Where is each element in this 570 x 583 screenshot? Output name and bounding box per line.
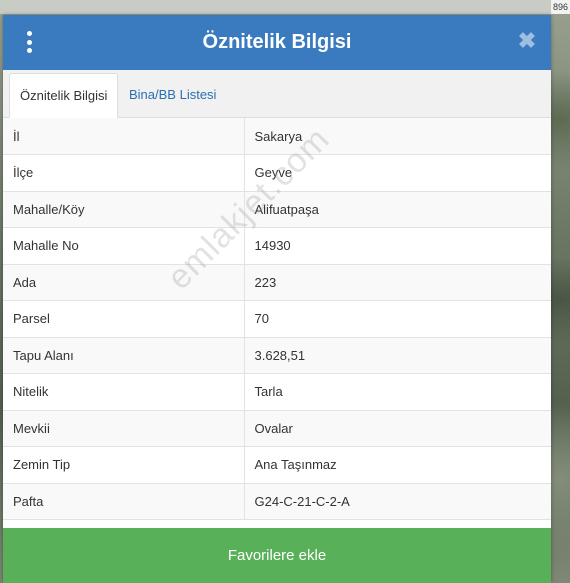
row-key: Mahalle No — [3, 227, 245, 265]
close-icon[interactable]: ✖ — [515, 29, 539, 53]
vertical-dots-menu-icon[interactable] — [23, 31, 35, 53]
row-value: Alifuatpaşa — [244, 191, 551, 228]
row-value: 14930 — [244, 227, 551, 265]
row-value: Ovalar — [244, 410, 551, 447]
row-value: 70 — [244, 300, 551, 338]
row-value: Ana Taşınmaz — [244, 446, 551, 484]
row-value: Geyve — [244, 154, 551, 192]
table-row: Zemin Tip Ana Taşınmaz — [3, 446, 551, 484]
table-row: Mahalle No 14930 — [3, 227, 551, 265]
row-key: Mevkii — [3, 410, 245, 447]
row-key: Zemin Tip — [3, 446, 245, 484]
table-row: Parsel 70 — [3, 300, 551, 338]
row-key: Tapu Alanı — [3, 337, 245, 374]
row-key: Pafta — [3, 483, 245, 520]
attribute-table: İl Sakarya İlçe Geyve Mahalle/Köy Alifua… — [3, 118, 551, 520]
row-key: Mahalle/Köy — [3, 191, 245, 228]
row-value: 3.628,51 — [244, 337, 551, 374]
table-row: Pafta G24-C-21-C-2-A — [3, 483, 551, 520]
dialog-title: Öznitelik Bilgisi — [202, 31, 352, 53]
coordinate-readout: 896 — [550, 0, 570, 14]
tab-attribute-info[interactable]: Öznitelik Bilgisi — [9, 73, 119, 118]
row-key: İlçe — [3, 154, 245, 192]
table-row: Nitelik Tarla — [3, 373, 551, 411]
row-key: Parsel — [3, 300, 245, 338]
row-value: G24-C-21-C-2-A — [244, 483, 551, 520]
row-key: Nitelik — [3, 373, 245, 411]
table-row: Tapu Alanı 3.628,51 — [3, 337, 551, 374]
row-value: Sakarya — [244, 118, 551, 155]
row-key: İl — [3, 118, 245, 155]
row-key: Ada — [3, 264, 245, 301]
tab-building-list[interactable]: Bina/BB Listesi — [119, 73, 226, 117]
table-row: İlçe Geyve — [3, 154, 551, 192]
table-row: İl Sakarya — [3, 118, 551, 155]
table-row: Mahalle/Köy Alifuatpaşa — [3, 191, 551, 228]
map-top-strip: 896 — [0, 0, 570, 14]
row-value: Tarla — [244, 373, 551, 411]
add-to-favorites-button[interactable]: Favorilere ekle — [3, 528, 551, 583]
row-value: 223 — [244, 264, 551, 301]
table-row: Mevkii Ovalar — [3, 410, 551, 447]
table-row: Ada 223 — [3, 264, 551, 301]
tab-bar: Öznitelik Bilgisi Bina/BB Listesi — [3, 70, 551, 118]
dialog-header: Öznitelik Bilgisi ✖ — [3, 15, 551, 70]
attribute-info-dialog: Öznitelik Bilgisi ✖ Öznitelik Bilgisi Bi… — [3, 15, 551, 583]
